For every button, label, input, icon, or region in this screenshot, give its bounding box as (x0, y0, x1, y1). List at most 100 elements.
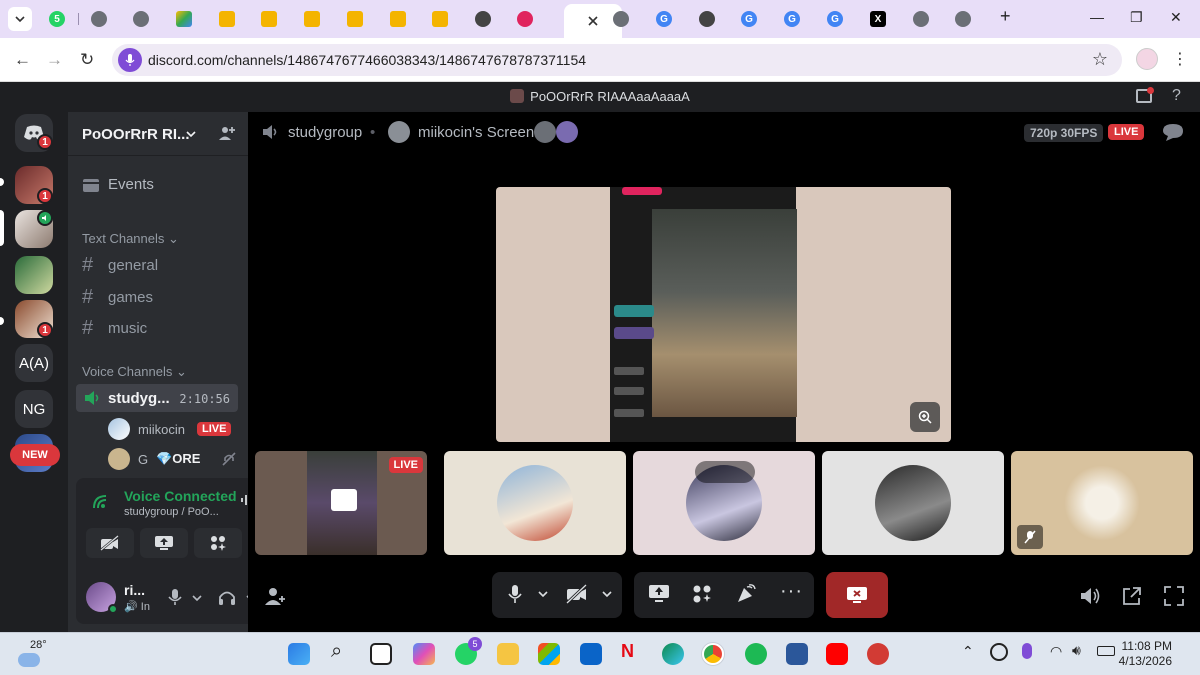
tab-google-2[interactable]: G (730, 5, 768, 33)
add-user-icon[interactable] (218, 124, 236, 147)
chrome-icon[interactable] (702, 643, 724, 665)
fullscreen-icon[interactable] (1164, 586, 1184, 606)
new-tab-button[interactable]: + (1000, 6, 1011, 27)
microphone-icon[interactable] (168, 588, 182, 606)
participant-tile-4[interactable] (822, 451, 1004, 555)
netflix-icon[interactable]: N (621, 641, 643, 663)
invite-user-icon[interactable] (264, 586, 286, 606)
bookmark-star-icon[interactable]: ☆ (1092, 49, 1108, 70)
zoom-button[interactable] (910, 402, 940, 432)
microphone-icon[interactable] (508, 584, 522, 604)
omnibox[interactable]: discord.com/channels/1486747677466038343… (112, 44, 1122, 76)
windows-start-icon[interactable] (288, 643, 310, 665)
tab-slides-1[interactable] (208, 5, 246, 33)
copilot-icon[interactable] (413, 643, 435, 665)
channel-music[interactable]: # music (82, 317, 147, 340)
tab-chrome[interactable] (602, 5, 640, 33)
outlook-icon[interactable] (580, 643, 602, 665)
text-channels-category[interactable]: Text Channels ⌄ (82, 231, 179, 247)
more-options-icon[interactable]: ··· (780, 580, 803, 603)
soundboard-icon[interactable] (736, 584, 756, 604)
participant-tile-3[interactable] (633, 451, 815, 555)
forward-arrow-icon[interactable]: → (46, 50, 63, 70)
stop-stream-button[interactable] (826, 572, 888, 618)
tab-drive[interactable] (165, 5, 203, 33)
chevron-down-icon[interactable] (602, 590, 612, 598)
search-icon[interactable]: ⌕ (331, 640, 353, 662)
microphone-icon[interactable] (118, 48, 142, 72)
viewer-avatar[interactable] (556, 121, 578, 143)
headphones-icon[interactable] (218, 588, 236, 606)
voice-member-g[interactable]: G 💎ORE (108, 448, 237, 470)
voice-channels-category[interactable]: Voice Channels ⌄ (82, 364, 187, 380)
microphone-in-use-icon[interactable] (1022, 643, 1032, 659)
tab-heart[interactable] (506, 5, 544, 33)
server-header[interactable]: PoOOrRrR RI... (68, 112, 248, 156)
tab-slides-5[interactable] (379, 5, 417, 33)
tab-google-4[interactable]: G (816, 5, 854, 33)
participant-tile-2[interactable] (444, 451, 626, 555)
spotify-icon[interactable] (745, 643, 767, 665)
restore-button[interactable]: ❐ (1130, 9, 1143, 26)
tab-search-button[interactable] (8, 7, 32, 31)
tab-chatgpt[interactable] (464, 5, 502, 33)
user-pill[interactable] (695, 461, 755, 483)
file-explorer-icon[interactable] (497, 643, 519, 665)
volume-icon[interactable]: 🔊︎ (1072, 642, 1081, 659)
tab-slides-3[interactable] (293, 5, 331, 33)
channel-general[interactable]: # general (82, 254, 158, 277)
server-icon-text-a[interactable]: A(A) (15, 344, 53, 382)
profile-avatar[interactable] (1136, 48, 1158, 70)
activities-icon[interactable] (692, 584, 712, 604)
server-icon-text-ng[interactable]: NG (15, 390, 53, 428)
tab-slides-6[interactable] (421, 5, 459, 33)
youtube-icon[interactable] (826, 643, 848, 665)
back-arrow-icon[interactable]: ← (14, 50, 31, 70)
tab-generic-1[interactable] (80, 5, 118, 33)
channel-games[interactable]: # games (82, 286, 153, 309)
help-icon[interactable]: ? (1172, 87, 1181, 105)
screen-share-button[interactable] (140, 528, 188, 558)
chevron-up-icon[interactable]: ⌃ (962, 643, 974, 660)
reload-icon[interactable]: ↻ (80, 50, 94, 70)
store-icon[interactable] (538, 643, 560, 665)
viewer-avatar[interactable] (534, 121, 556, 143)
tab-google-1[interactable]: G (645, 5, 683, 33)
events-item[interactable]: Events (82, 176, 154, 193)
tab-slides-4[interactable] (336, 5, 374, 33)
task-view-icon[interactable] (370, 643, 392, 665)
tab-chatgpt-2[interactable] (688, 5, 726, 33)
activities-button[interactable] (194, 528, 242, 558)
powerpoint-icon[interactable] (867, 643, 889, 665)
inbox-icon[interactable] (1136, 87, 1154, 103)
close-window-button[interactable]: ✕ (1170, 9, 1182, 26)
system-clock[interactable]: 11:08 PM 4/13/2026 (1119, 639, 1172, 669)
user-name[interactable]: ri... (124, 582, 145, 598)
main-stream-video[interactable] (496, 187, 951, 442)
edge-icon[interactable] (662, 643, 684, 665)
battery-icon[interactable] (1097, 646, 1115, 656)
chevron-down-icon[interactable] (192, 594, 202, 602)
url-text[interactable]: discord.com/channels/1486747677466038343… (148, 52, 586, 68)
tab-slides-2[interactable] (250, 5, 288, 33)
browser-menu-icon[interactable]: ⋮ (1172, 49, 1188, 69)
camera-off-icon[interactable] (566, 584, 588, 604)
close-icon[interactable] (587, 15, 599, 27)
chevron-down-icon[interactable] (538, 590, 548, 598)
tab-google-3[interactable]: G (773, 5, 811, 33)
sync-off-icon[interactable] (990, 643, 1008, 661)
participant-tile-stream[interactable]: LIVE (255, 451, 427, 555)
minimize-button[interactable]: — (1090, 9, 1104, 25)
server-icon-3[interactable] (15, 256, 53, 294)
tab-generic-2[interactable] (122, 5, 160, 33)
pop-out-icon[interactable] (1122, 586, 1142, 606)
tab-whatsapp[interactable]: 5 (38, 5, 76, 33)
volume-icon[interactable] (1080, 586, 1102, 606)
word-icon[interactable] (786, 643, 808, 665)
wifi-icon[interactable]: ◠ (1050, 643, 1062, 660)
tab-generic-4[interactable] (944, 5, 982, 33)
signal-icon[interactable] (92, 492, 112, 510)
camera-toggle-button[interactable] (86, 528, 134, 558)
voice-channel-studygroup[interactable]: studyg... 2:10:56 (76, 384, 238, 412)
new-badge[interactable]: NEW (10, 444, 60, 466)
